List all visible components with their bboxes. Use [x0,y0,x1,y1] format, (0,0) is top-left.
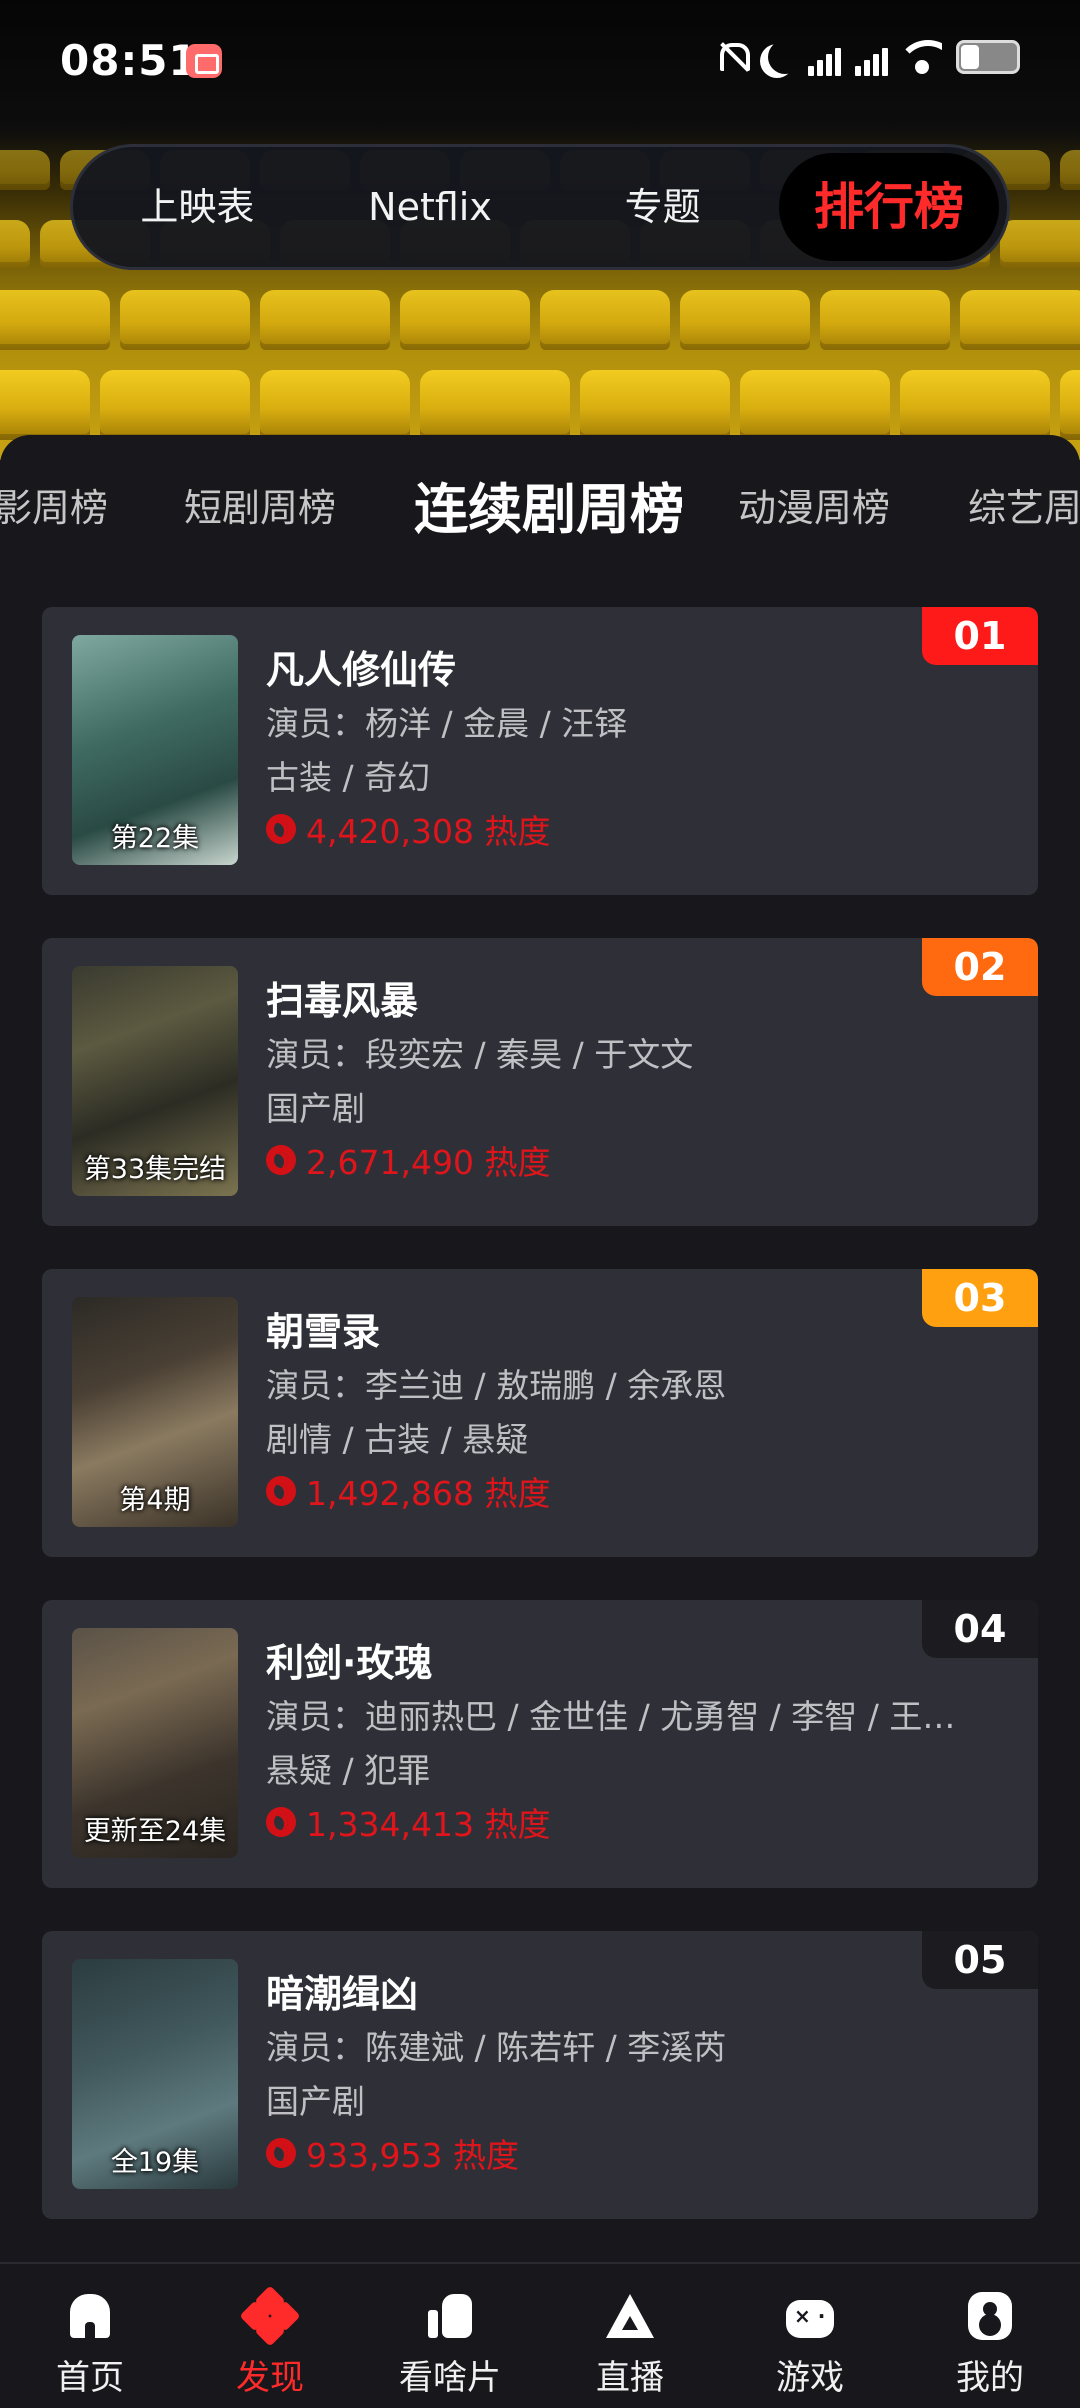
home-icon [64,2290,116,2342]
ranking-category-tabs: 影周榜 短剧周榜 连续剧周榜 动漫周榜 综艺周 [0,435,1080,555]
show-title: 利剑·玫瑰 [266,1641,433,1685]
episode-badge: 更新至24集 [83,1816,227,1847]
notification-app-icon [186,44,222,78]
heat-value: 1,492,868 热度 [306,1474,551,1513]
wifi-icon [902,40,942,74]
show-title: 朝雪录 [266,1310,381,1354]
heat-value: 1,334,413 热度 [306,1805,551,1844]
heat-icon [266,1476,296,1506]
discover-icon [239,2285,301,2347]
ranking-panel: 影周榜 短剧周榜 连续剧周榜 动漫周榜 综艺周 第22集 凡人修仙传 演员：杨洋… [0,435,1080,2255]
rank-badge: 05 [922,1931,1038,1989]
ranking-card[interactable]: 第4期 朝雪录 演员：李兰迪 / 敖瑞鹏 / 余承恩 剧情 / 古装 / 悬疑 … [42,1269,1038,1557]
nav-label: 游戏 [776,2358,844,2398]
poster-image: 第22集 [72,635,238,865]
show-genre: 剧情 / 古装 / 悬疑 [266,1420,529,1459]
cellular-signal-icon [855,38,888,76]
heat-score: 4,420,308 热度 [266,805,550,853]
nav-label: 直播 [596,2358,664,2398]
show-cast: 演员：迪丽热巴 / 金世佳 / 尤勇智 / 李智 / 王… [266,1697,956,1736]
tab-schedule[interactable]: 上映表 [81,153,314,261]
ranking-card[interactable]: 第22集 凡人修仙传 演员：杨洋 / 金晨 / 汪铎 古装 / 奇幻 4,420… [42,607,1038,895]
subtab-short-drama-weekly[interactable]: 短剧周榜 [184,477,336,532]
heat-value: 2,671,490 热度 [306,1143,551,1182]
profile-icon [964,2290,1016,2342]
rank-badge: 01 [922,607,1038,665]
heat-value: 4,420,308 热度 [306,812,551,851]
heat-score: 1,334,413 热度 [266,1798,550,1846]
poster-image: 更新至24集 [72,1628,238,1858]
nav-profile[interactable]: 我的 [900,2264,1080,2408]
show-cast: 演员：陈建斌 / 陈若轩 / 李溪芮 [266,2028,727,2067]
show-genre: 悬疑 / 犯罪 [266,1751,431,1790]
status-bar: 08:51 [0,0,1080,120]
poster-image: 第33集完结 [72,966,238,1196]
show-title: 扫毒风暴 [266,979,419,1023]
top-tab-bar: 上映表 Netflix 专题 排行榜 [70,144,1010,270]
episode-badge: 第4期 [119,1485,191,1516]
show-genre: 古装 / 奇幻 [266,758,431,797]
show-title: 凡人修仙传 [266,648,457,692]
heat-score: 2,671,490 热度 [266,1136,550,1184]
heat-icon [266,1807,296,1837]
heat-icon [266,814,296,844]
live-icon [604,2290,656,2342]
nav-label: 发现 [236,2358,304,2398]
subtab-series-weekly[interactable]: 连续剧周榜 [414,465,684,544]
show-cast: 演员：李兰迪 / 敖瑞鹏 / 余承恩 [266,1366,727,1405]
cellular-signal-icon [808,38,841,76]
episode-badge: 第33集完结 [83,1154,227,1185]
nav-label: 首页 [56,2358,124,2398]
tab-rankings[interactable]: 排行榜 [779,153,1000,261]
mute-bell-icon [716,39,750,75]
nav-recommend[interactable]: 看啥片 [360,2264,540,2408]
nav-label: 我的 [956,2358,1024,2398]
subtab-movie-weekly[interactable]: 影周榜 [0,477,108,532]
nav-home[interactable]: 首页 [0,2264,180,2408]
episode-badge: 全19集 [110,2147,200,2178]
nav-games[interactable]: 游戏 [720,2264,900,2408]
heat-icon [266,2138,296,2168]
heat-score: 1,492,868 热度 [266,1467,550,1515]
battery-icon [956,40,1020,74]
show-cast: 演员：杨洋 / 金晨 / 汪铎 [266,704,628,743]
gamepad-icon [784,2290,836,2342]
do-not-disturb-moon-icon [768,40,802,74]
nav-discover[interactable]: 发现 [180,2264,360,2408]
status-time: 08:51 [60,36,199,85]
subtab-anime-weekly[interactable]: 动漫周榜 [738,477,890,532]
rank-badge: 03 [922,1269,1038,1327]
heat-value: 933,953 热度 [306,2136,519,2175]
nav-live[interactable]: 直播 [540,2264,720,2408]
poster-image: 全19集 [72,1959,238,2189]
tab-netflix[interactable]: Netflix [314,153,547,261]
tab-topics[interactable]: 专题 [546,153,779,261]
heat-icon [266,1145,296,1175]
show-title: 暗潮缉凶 [266,1972,419,2016]
ranking-card[interactable]: 第33集完结 扫毒风暴 演员：段奕宏 / 秦昊 / 于文文 国产剧 2,671,… [42,938,1038,1226]
thumbs-up-icon [424,2290,476,2342]
rank-badge: 02 [922,938,1038,996]
nav-label: 看啥片 [399,2358,501,2398]
ranking-card[interactable]: 更新至24集 利剑·玫瑰 演员：迪丽热巴 / 金世佳 / 尤勇智 / 李智 / … [42,1600,1038,1888]
rank-badge: 04 [922,1600,1038,1658]
episode-badge: 第22集 [110,823,200,854]
show-genre: 国产剧 [266,1089,365,1128]
show-cast: 演员：段奕宏 / 秦昊 / 于文文 [266,1035,694,1074]
poster-image: 第4期 [72,1297,238,1527]
subtab-variety-weekly[interactable]: 综艺周 [968,477,1080,532]
heat-score: 933,953 热度 [266,2129,519,2177]
ranking-card[interactable]: 全19集 暗潮缉凶 演员：陈建斌 / 陈若轩 / 李溪芮 国产剧 933,953… [42,1931,1038,2219]
show-genre: 国产剧 [266,2082,365,2121]
bottom-navigation: 首页 发现 看啥片 直播 游戏 我的 [0,2262,1080,2408]
